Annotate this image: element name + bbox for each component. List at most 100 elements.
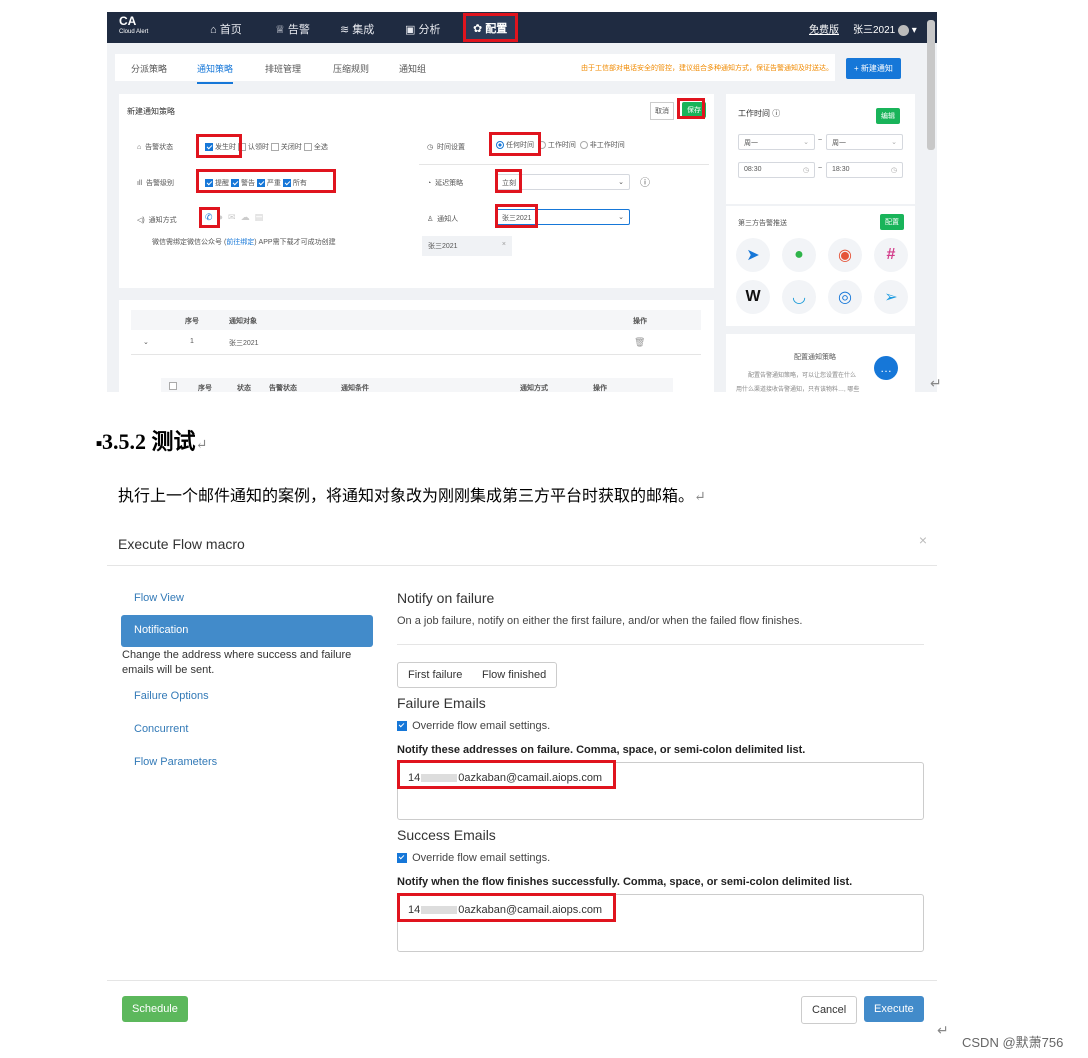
schedule-button[interactable]: Schedule: [122, 996, 188, 1022]
divider: [131, 354, 701, 355]
wecom-w-icon[interactable]: W: [736, 280, 770, 314]
worktime-title: 工作时间 ⓘ: [738, 108, 780, 119]
info-icon[interactable]: ⓘ: [772, 109, 780, 118]
row-index: 1: [190, 338, 194, 345]
tab-first-failure[interactable]: First failure: [397, 662, 474, 688]
info-icon[interactable]: ⓘ: [640, 174, 650, 189]
divider: [107, 980, 937, 981]
time-to-input[interactable]: 18:30 ◷: [826, 162, 903, 178]
cloud-alert-screenshot: CA Cloud Alert ⌂ 首页 ♕ 告警 ≋ 集成 ▣ 分析 ✿ 配置 免…: [107, 12, 937, 392]
config-button[interactable]: 配置: [880, 214, 904, 230]
success-override[interactable]: Override flow email settings.: [397, 852, 550, 864]
tab-flow-finished[interactable]: Flow finished: [472, 662, 558, 688]
time-offwork[interactable]: 非工作时间: [579, 141, 625, 150]
pagerduty-icon[interactable]: ◉: [828, 238, 862, 272]
time-label: 时间设置: [437, 144, 465, 151]
speaker-icon: ◁): [137, 217, 145, 224]
dialog-title: Execute Flow macro: [118, 536, 245, 552]
failure-instructions: Notify these addresses on failure. Comma…: [397, 744, 806, 756]
close-icon[interactable]: ×: [919, 532, 927, 548]
failure-override[interactable]: Override flow email settings.: [397, 720, 550, 732]
row-target: 张三2021: [229, 340, 259, 347]
config-hint-text: 配置告警通知策略，可以让您设置在什么: [748, 373, 857, 379]
status-row-label: ⌂ 告警状态: [137, 142, 173, 152]
sub-col-alert-status: 告警状态: [269, 385, 297, 392]
user-menu[interactable]: 张三2021 ▾: [853, 21, 917, 36]
new-notify-button[interactable]: + 新建通知: [846, 58, 901, 79]
time-from-input[interactable]: 08:30 ◷: [738, 162, 815, 178]
warning-tip: 由于工信部对电话安全的管控，建议组合多种通知方式，保证告警通知及时送达。: [581, 65, 833, 72]
status-close[interactable]: 关闭时: [270, 143, 302, 152]
sub-checkbox[interactable]: [169, 382, 179, 390]
tab-notify-group[interactable]: 通知组: [399, 62, 426, 75]
third-party-panel: 第三方告警推送 配置 ➤ ● ◉ # W ◡ ◎ ➢: [726, 206, 915, 326]
time-work[interactable]: 工作时间: [537, 141, 576, 150]
highlight-box: [196, 169, 336, 193]
failure-emails-title: Failure Emails: [397, 695, 486, 711]
sub-col-index: 序号: [198, 385, 212, 392]
notify-label: 通知人: [437, 216, 459, 223]
cancel-button[interactable]: Cancel: [801, 996, 858, 1024]
delay-row-label: ◔ 延迟策略: [427, 178, 463, 188]
option-label: 非工作时间: [589, 142, 625, 149]
status-all[interactable]: 全选: [303, 143, 328, 152]
app-icon[interactable]: ▤: [255, 212, 264, 222]
close-icon[interactable]: ×: [502, 241, 506, 248]
nav-analysis[interactable]: ▣ 分析: [405, 21, 440, 37]
day-from-select[interactable]: 周一 ⌄: [738, 134, 815, 150]
day-to-select[interactable]: 周一 ⌄: [826, 134, 903, 150]
bind-link[interactable]: 前往绑定: [226, 239, 254, 246]
bars-icon: ıll: [137, 180, 143, 187]
section-desc: On a job failure, notify on either the f…: [397, 615, 803, 627]
clock-icon: ◷: [427, 144, 434, 151]
tab-dispatch[interactable]: 分派策略: [131, 62, 167, 75]
tab-notify-policy[interactable]: 通知策略: [197, 62, 234, 84]
nav-alerts[interactable]: ♕ 告警: [275, 21, 310, 37]
status-claim[interactable]: 认领时: [237, 143, 269, 152]
chat-support-icon[interactable]: …: [874, 356, 898, 380]
highlight-box: [397, 760, 616, 789]
nav-integration[interactable]: ≋ 集成: [340, 21, 374, 37]
app-grid: ➤ ● ◉ # W ◡ ◎ ➢: [736, 238, 908, 314]
clock-icon: ◷: [802, 167, 809, 174]
policy-table: 序号 通知对象 操作 ⌄ 1 张三2021 🗑 序号 状态 告警状态 通知条件 …: [119, 300, 714, 392]
cancel-button[interactable]: 取消: [650, 102, 674, 120]
highlight-box: [199, 207, 220, 228]
chevron-down-icon: ⌄: [803, 139, 809, 146]
trash-icon[interactable]: 🗑: [634, 337, 645, 348]
tab-schedule[interactable]: 排班管理: [265, 62, 301, 75]
mail-icon[interactable]: ✉: [228, 212, 236, 222]
divider: [107, 565, 937, 566]
highlight-box: [495, 204, 538, 228]
logo-title: CA: [119, 14, 137, 28]
smile-icon[interactable]: ◡: [782, 280, 816, 314]
day-to: 周一: [832, 140, 846, 147]
telegram-icon[interactable]: ➢: [874, 280, 908, 314]
sidebar-item-failure-options[interactable]: Failure Options: [134, 690, 209, 702]
bear-icon[interactable]: ●: [782, 238, 816, 272]
highlight-box: [677, 98, 705, 119]
edit-button[interactable]: 编辑: [876, 108, 900, 124]
edition-link[interactable]: 免费版: [809, 21, 839, 36]
override-label: Override flow email settings.: [412, 720, 551, 732]
watermark: CSDN @默萧756: [962, 1035, 1064, 1050]
nav-label: 集成: [352, 24, 375, 36]
bell-icon: ⌂: [137, 144, 142, 151]
sidebar-item-flow-parameters[interactable]: Flow Parameters: [134, 756, 217, 768]
scrollbar[interactable]: [927, 20, 935, 150]
method-label: 通知方式: [148, 217, 177, 224]
sidebar-item-concurrent[interactable]: Concurrent: [134, 723, 188, 735]
sms-icon[interactable]: ☁: [241, 212, 250, 222]
slack-icon[interactable]: #: [874, 238, 908, 272]
chat-icon[interactable]: ◎: [828, 280, 862, 314]
tab-compress[interactable]: 压缩规则: [333, 62, 369, 75]
sidebar-item-notification[interactable]: Notification: [121, 615, 373, 647]
nav-label: 告警: [287, 24, 310, 36]
nav-home[interactable]: ⌂ 首页: [210, 21, 242, 37]
chevron-down-icon[interactable]: ⌄: [143, 338, 149, 346]
dingtalk-icon[interactable]: ➤: [736, 238, 770, 272]
sidebar-item-flow-view[interactable]: Flow View: [134, 592, 184, 604]
user-name: 张三2021: [853, 25, 896, 36]
highlight-box: [495, 169, 522, 193]
execute-button[interactable]: Execute: [864, 996, 924, 1022]
